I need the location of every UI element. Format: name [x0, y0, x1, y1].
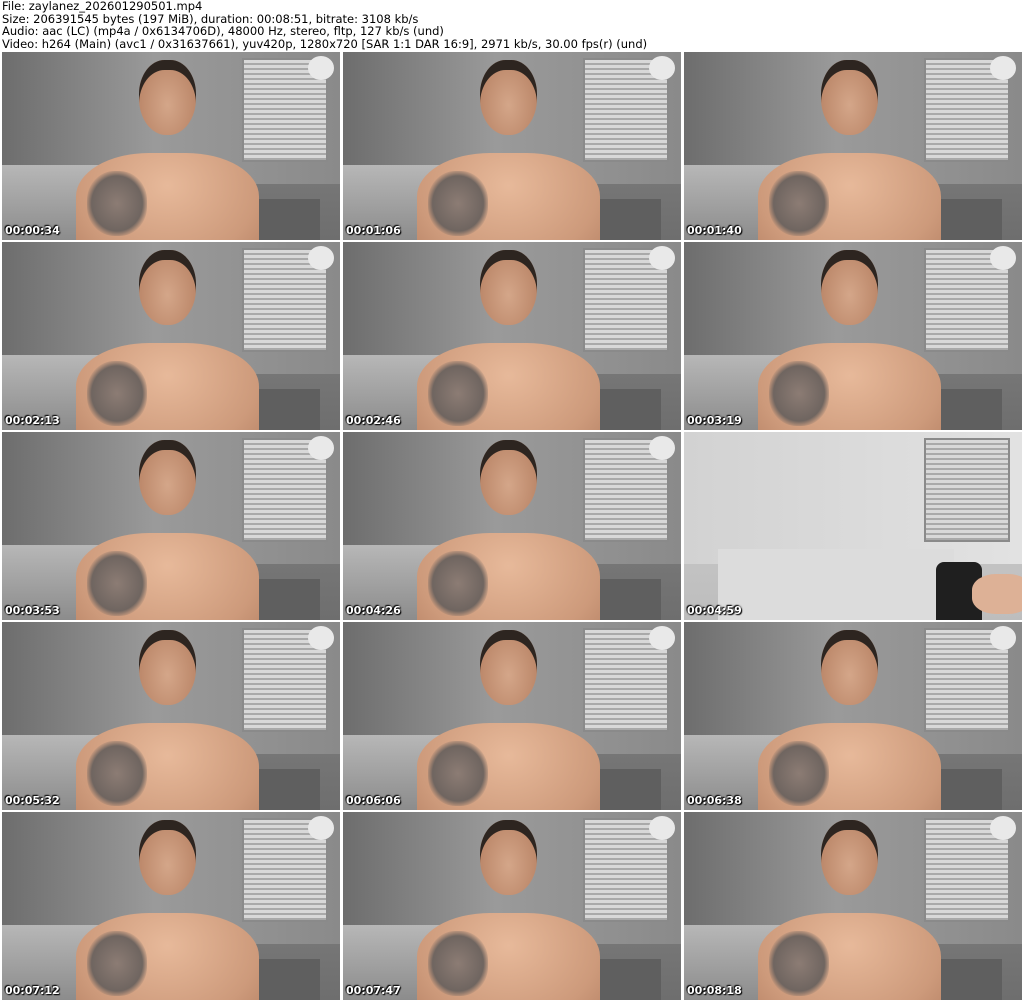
thumbnail-timestamp: 00:06:06	[346, 794, 401, 807]
audio-info-line: Audio: aac (LC) (mp4a / 0x6134706D), 480…	[2, 24, 444, 38]
thumbnail-timestamp: 00:08:18	[687, 984, 742, 997]
video-thumbnail: 00:01:40	[684, 52, 1022, 240]
video-thumbnail: 00:03:19	[684, 242, 1022, 430]
file-info-header: File: zaylanez_202601290501.mp4 Size: 20…	[2, 0, 1022, 52]
thumbnail-timestamp: 00:02:46	[346, 414, 401, 427]
thumbnail-timestamp: 00:07:47	[346, 984, 401, 997]
thumbnail-timestamp: 00:00:34	[5, 224, 60, 237]
thumbnail-grid: 00:00:34 00:01:06 00:01:40 00:02:13 00:0…	[2, 52, 1022, 1003]
video-thumbnail: 00:01:06	[343, 52, 681, 240]
thumbnail-timestamp: 00:02:13	[5, 414, 60, 427]
video-thumbnail: 00:04:26	[343, 432, 681, 620]
file-name-line: File: zaylanez_202601290501.mp4	[2, 0, 203, 13]
video-thumbnail: 00:06:38	[684, 622, 1022, 810]
video-thumbnail: 00:02:13	[2, 242, 340, 430]
thumbnail-timestamp: 00:03:53	[5, 604, 60, 617]
thumbnail-timestamp: 00:04:59	[687, 604, 742, 617]
thumbnail-timestamp: 00:04:26	[346, 604, 401, 617]
video-thumbnail: 00:02:46	[343, 242, 681, 430]
thumbnail-timestamp: 00:01:40	[687, 224, 742, 237]
thumbnail-timestamp: 00:01:06	[346, 224, 401, 237]
video-thumbnail: 00:07:47	[343, 812, 681, 1000]
video-thumbnail: 00:04:59	[684, 432, 1022, 620]
video-thumbnail: 00:07:12	[2, 812, 340, 1000]
video-thumbnail: 00:03:53	[2, 432, 340, 620]
video-thumbnail: 00:08:18	[684, 812, 1022, 1000]
thumbnail-timestamp: 00:03:19	[687, 414, 742, 427]
thumbnail-timestamp: 00:05:32	[5, 794, 60, 807]
video-thumbnail: 00:00:34	[2, 52, 340, 240]
video-info-line: Video: h264 (Main) (avc1 / 0x31637661), …	[2, 36, 648, 51]
thumbnail-timestamp: 00:06:38	[687, 794, 742, 807]
video-thumbnail: 00:05:32	[2, 622, 340, 810]
thumbnail-timestamp: 00:07:12	[5, 984, 60, 997]
video-thumbnail: 00:06:06	[343, 622, 681, 810]
